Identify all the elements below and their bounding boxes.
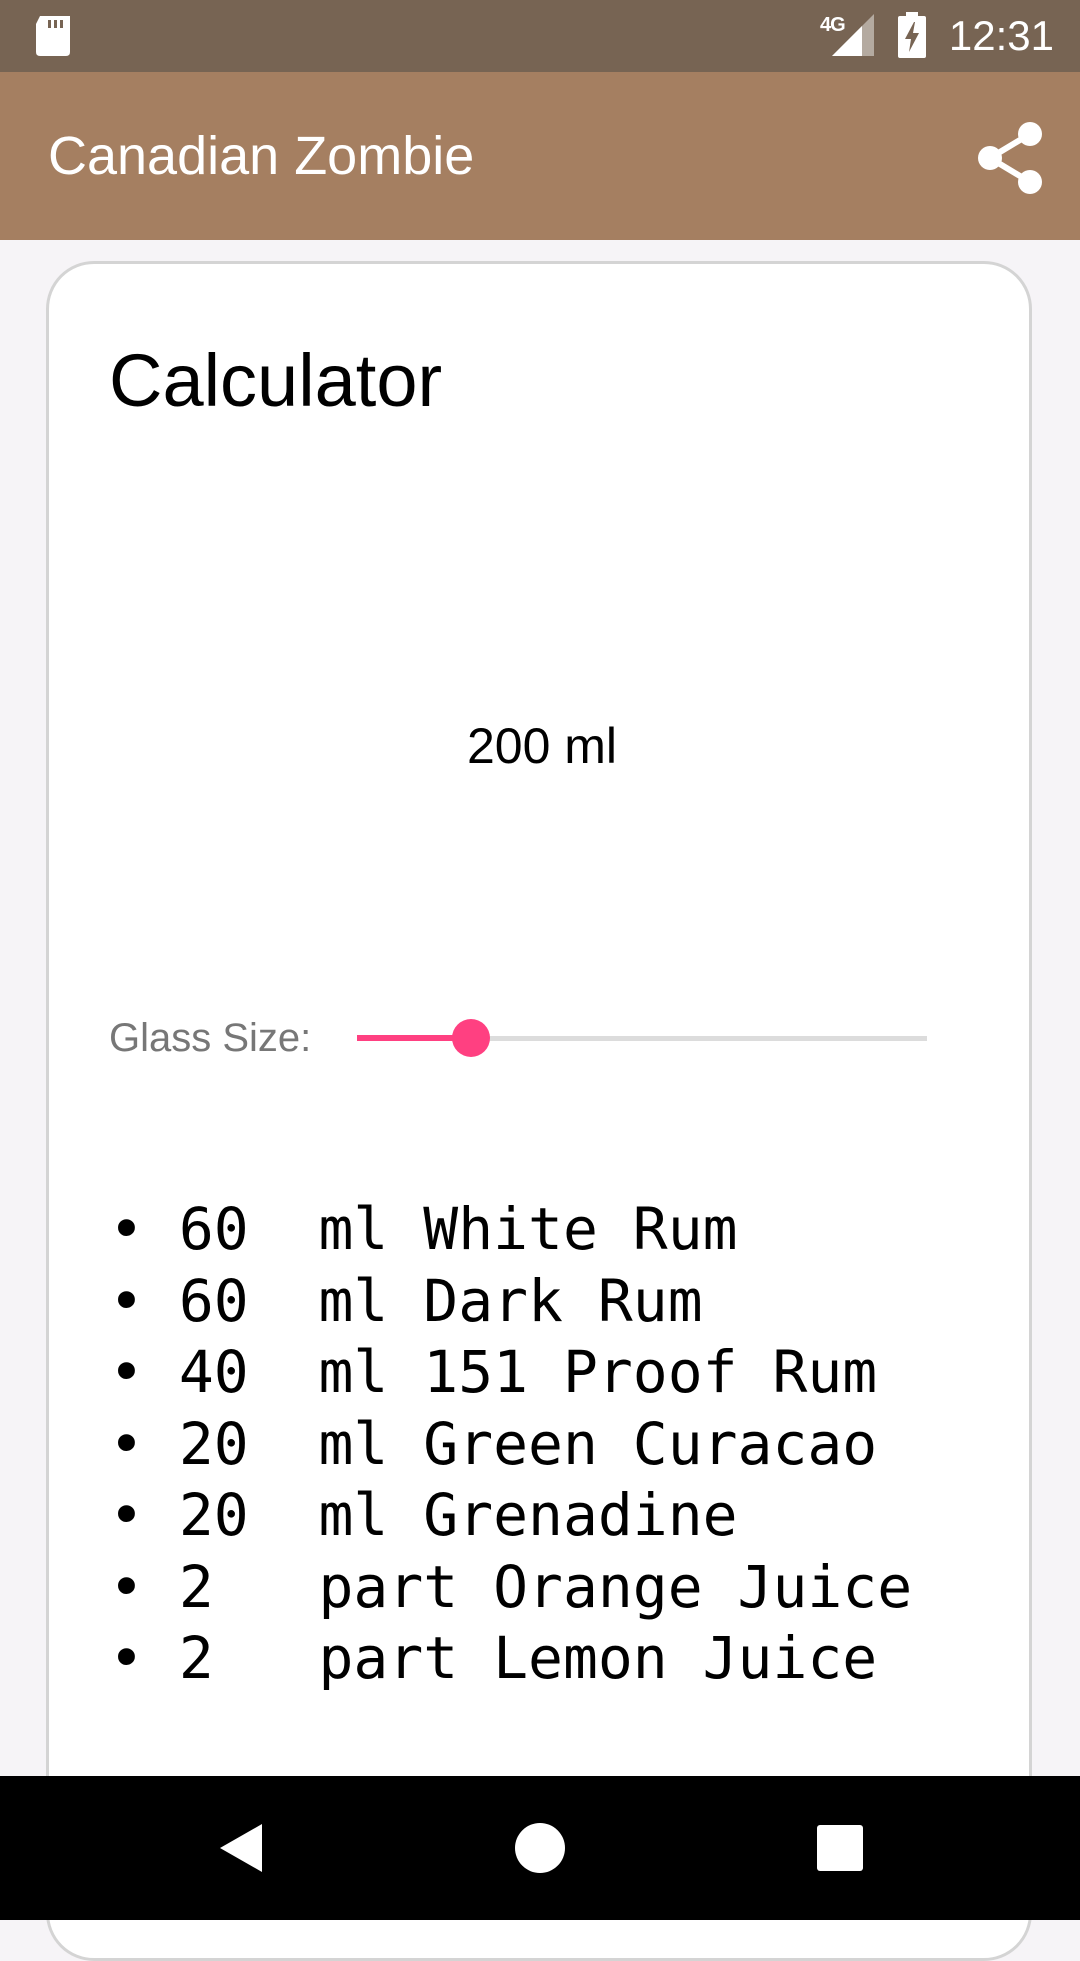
ingredient-item: • 2 part Lemon Juice	[109, 1624, 878, 1692]
back-icon[interactable]	[214, 1820, 270, 1876]
calculator-card: Calculator 200 ml Glass Size: • 60 ml Wh…	[46, 261, 1032, 1961]
app-bar: Canadian Zombie	[0, 72, 1080, 240]
glass-size-slider[interactable]	[357, 1014, 931, 1062]
card-title: Calculator	[109, 339, 443, 422]
recents-icon[interactable]	[812, 1820, 868, 1876]
battery-charging-icon	[898, 12, 926, 58]
slider-thumb[interactable]	[452, 1019, 490, 1057]
glass-size-label: Glass Size:	[109, 1016, 312, 1060]
volume-value: 200 ml	[466, 718, 618, 774]
cell-signal-icon	[832, 14, 874, 56]
sd-card-icon	[36, 16, 70, 56]
ingredient-item: • 20 ml Green Curacao	[109, 1409, 878, 1478]
status-clock: 12:31	[948, 12, 1054, 59]
share-icon	[978, 122, 1042, 194]
navigation-bar	[0, 1776, 1080, 1920]
home-icon[interactable]	[512, 1820, 568, 1876]
status-bar: 4G 12:31	[0, 0, 1080, 72]
ingredient-item: • 60 ml White Rum	[109, 1195, 738, 1263]
app-title: Canadian Zombie	[48, 126, 475, 186]
ingredient-item: • 60 ml Dark Rum	[109, 1266, 703, 1335]
share-button[interactable]	[968, 116, 1052, 200]
ingredient-list: • 60 ml White Rum • 60 ml Dark Rum • 40 ml…	[109, 1194, 912, 1695]
ingredient-item: • 20 ml Grenadine	[109, 1481, 738, 1549]
ingredient-item: • 2 part Orange Juice	[109, 1552, 913, 1621]
ingredient-item: • 40 ml 151 Proof Rum	[109, 1338, 878, 1406]
